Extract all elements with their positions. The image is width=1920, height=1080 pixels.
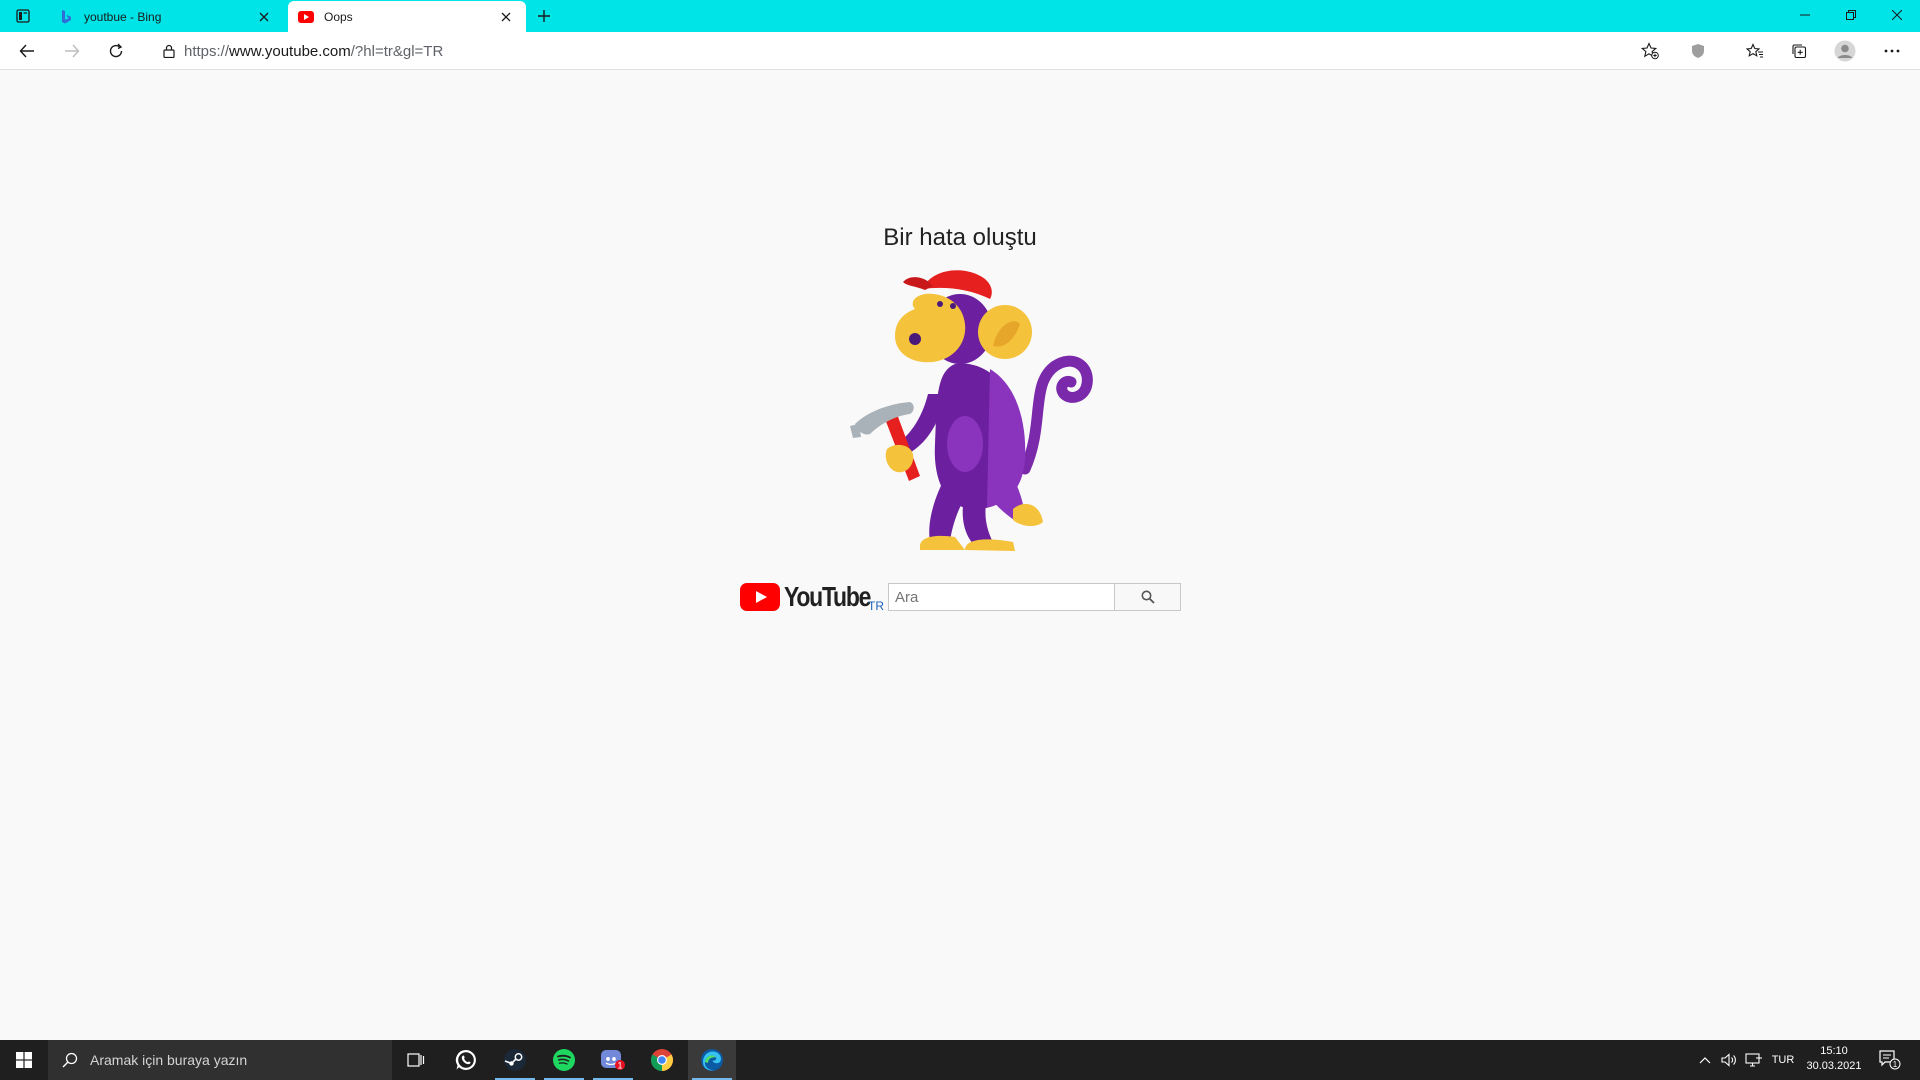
youtube-icon (298, 9, 314, 25)
taskbar-clock[interactable]: 15:10 30.03.2021 (1802, 1044, 1866, 1076)
search-button[interactable] (1115, 583, 1181, 611)
favorites-button[interactable] (1739, 36, 1771, 66)
chevron-up-icon (1699, 1057, 1711, 1064)
edge-icon (701, 1049, 723, 1071)
discord-icon: 1 (601, 1050, 625, 1071)
tab-title: youtbue - Bing (84, 9, 162, 24)
collections-button[interactable] (1783, 36, 1815, 66)
show-hidden-icons-button[interactable] (1694, 1040, 1716, 1080)
tab-oops[interactable]: Oops (288, 1, 526, 32)
page-content: Bir hata oluştu YouTube TR Ara (0, 71, 1920, 1040)
search-icon (62, 1052, 78, 1068)
tab-actions-icon (16, 9, 30, 23)
notification-count: 1 (1893, 1060, 1898, 1069)
tab-actions-menu-button[interactable] (10, 6, 36, 26)
clock-date: 30.03.2021 (1806, 1060, 1862, 1072)
forward-button[interactable] (56, 36, 88, 66)
more-horizontal-icon (1884, 49, 1900, 53)
close-tab-button[interactable] (254, 7, 274, 27)
profile-button[interactable] (1829, 36, 1861, 66)
network-icon (1745, 1053, 1762, 1067)
start-button[interactable] (0, 1040, 48, 1080)
task-view-icon (407, 1053, 425, 1067)
whatsapp-icon (455, 1049, 476, 1070)
lock-icon[interactable] (154, 44, 184, 58)
shield-icon (1692, 44, 1704, 58)
steam-icon (504, 1049, 526, 1071)
windows-logo-icon (16, 1052, 32, 1068)
action-center-button[interactable]: 1 (1868, 1040, 1912, 1080)
url-text[interactable]: https://www.youtube.com/?hl=tr&gl=TR (184, 43, 1634, 60)
input-language-button[interactable]: TUR (1768, 1040, 1798, 1080)
chrome-icon (651, 1049, 673, 1071)
discord-badge: 1 (617, 1061, 622, 1071)
add-favorite-button[interactable] (1634, 37, 1666, 65)
speaker-icon (1721, 1053, 1736, 1067)
browser-toolbar: https://www.youtube.com/?hl=tr&gl=TR (0, 32, 1920, 70)
arrow-left-icon (19, 44, 34, 58)
minimize-icon (1800, 14, 1810, 16)
refresh-icon (109, 43, 123, 58)
bing-icon (58, 9, 74, 25)
notification-icon: 1 (1879, 1050, 1901, 1070)
collections-icon (1792, 44, 1807, 59)
url-path: /?hl=tr&gl=TR (350, 42, 444, 60)
back-button[interactable] (11, 36, 43, 66)
tab-title: Oops (324, 9, 353, 24)
new-tab-button[interactable] (532, 4, 556, 28)
taskbar-app-chrome[interactable] (638, 1040, 686, 1080)
monkey-illustration (850, 270, 1093, 551)
volume-button[interactable] (1718, 1040, 1740, 1080)
settings-more-button[interactable] (1876, 36, 1908, 66)
search-icon (1141, 590, 1155, 604)
taskbar-app-edge[interactable] (688, 1040, 736, 1080)
taskbar-search-placeholder: Aramak için buraya yazın (90, 1052, 248, 1068)
refresh-button[interactable] (100, 36, 132, 66)
tab-bing[interactable]: youtbue - Bing (48, 1, 284, 32)
taskbar-app-whatsapp[interactable] (442, 1040, 490, 1080)
url-scheme: https:// (184, 42, 230, 60)
taskbar-app-discord[interactable]: 1 (589, 1040, 637, 1080)
youtube-play-icon (740, 583, 780, 611)
spotify-icon (553, 1049, 575, 1071)
taskbar-app-spotify[interactable] (540, 1040, 588, 1080)
star-add-icon (1641, 42, 1659, 60)
search-input[interactable] (888, 583, 1115, 611)
restore-button[interactable] (1828, 0, 1874, 30)
tab-strip: youtbue - Bing Oops (0, 0, 1920, 32)
close-icon (1892, 10, 1902, 20)
minimize-button[interactable] (1782, 0, 1828, 30)
windows-taskbar: Aramak için buraya yazın 1 TUR 15:10 30.… (0, 1040, 1920, 1080)
restore-icon (1846, 10, 1856, 20)
error-title: Bir hata oluştu (883, 224, 1037, 251)
arrow-right-icon (65, 44, 80, 58)
youtube-search-row: YouTube TR (740, 581, 1181, 613)
clock-time: 15:10 (1820, 1045, 1848, 1057)
close-icon (259, 12, 269, 21)
address-bar[interactable]: https://www.youtube.com/?hl=tr&gl=TR (146, 35, 1670, 67)
tracking-prevention-button[interactable] (1682, 36, 1714, 66)
taskbar-app-steam[interactable] (491, 1040, 539, 1080)
url-host: www.youtube.com (229, 42, 351, 60)
country-code: TR (868, 599, 884, 613)
youtube-wordmark: YouTube (784, 581, 871, 612)
task-view-button[interactable] (392, 1040, 440, 1080)
plus-icon (538, 10, 550, 22)
network-button[interactable] (1742, 1040, 1766, 1080)
close-icon (501, 12, 511, 21)
avatar-icon (1834, 40, 1856, 62)
close-window-button[interactable] (1874, 0, 1920, 30)
favorites-icon (1746, 43, 1763, 58)
close-tab-button[interactable] (496, 7, 516, 27)
taskbar-search-box[interactable]: Aramak için buraya yazın (48, 1040, 392, 1080)
youtube-logo[interactable]: YouTube TR (740, 581, 888, 613)
